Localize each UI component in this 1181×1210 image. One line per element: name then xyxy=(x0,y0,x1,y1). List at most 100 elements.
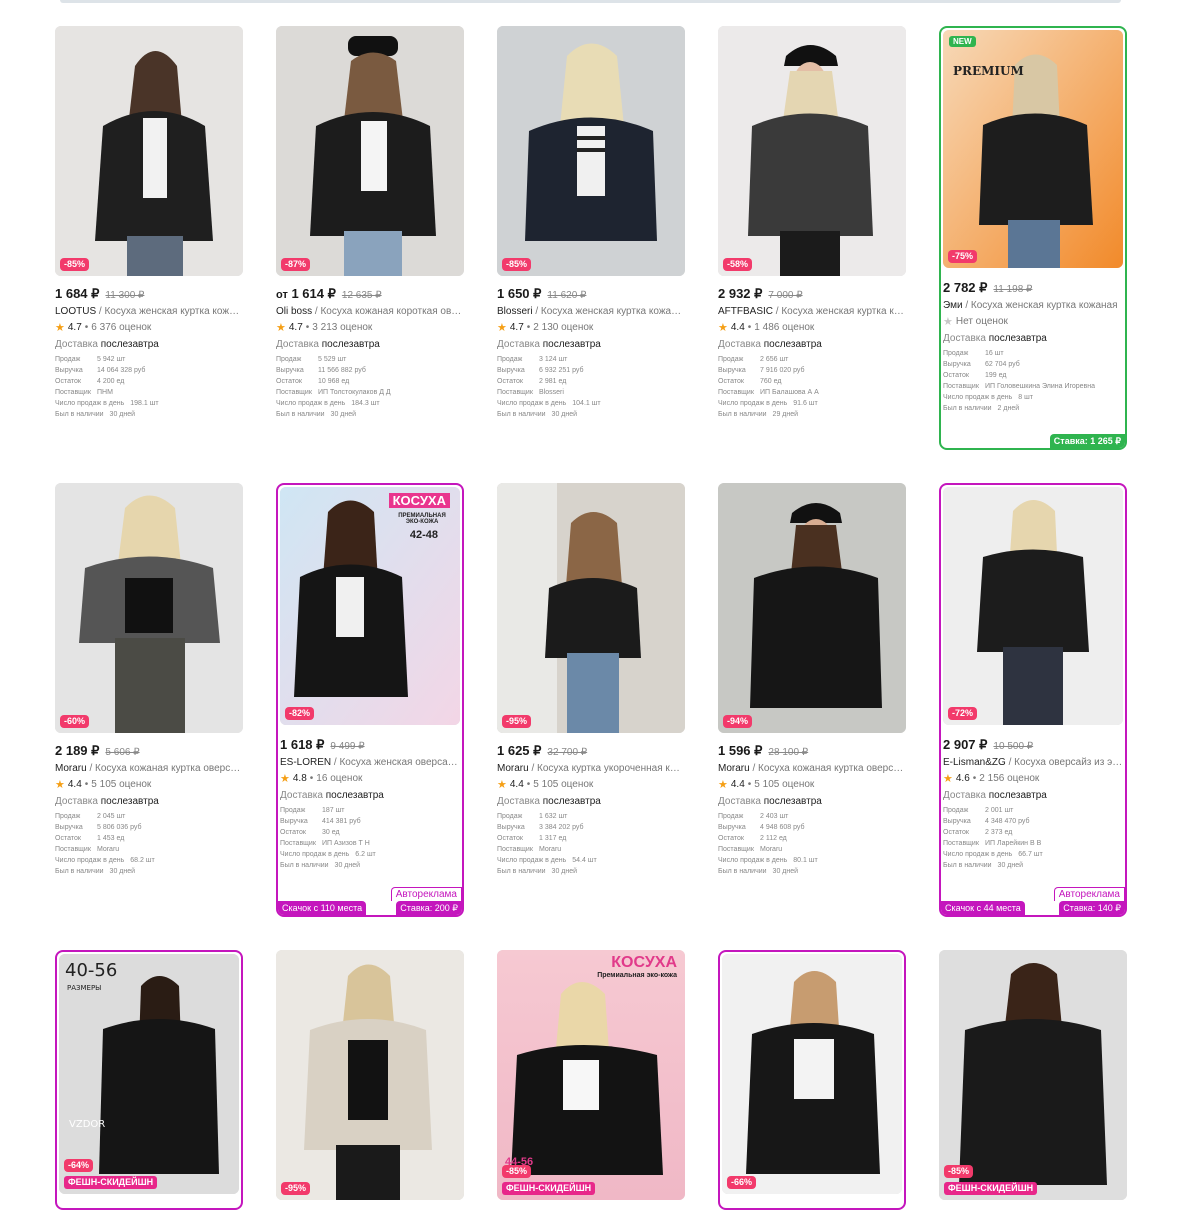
brand: Эми xyxy=(943,300,963,311)
stat-key: Поставщик xyxy=(497,389,533,396)
product-card[interactable]: -87% от 1 614 ₽ 12 635 ₽ Oli boss / Косух… xyxy=(276,26,464,420)
stat-value: 30 дней xyxy=(109,411,136,418)
stat-value: 2 112 ед xyxy=(760,835,787,842)
stats: Продаж 3 124 шт Выручка 6 932 251 руб Остато… xyxy=(497,354,685,420)
product-card[interactable]: -95% 1 625 ₽ 32 700 ₽ Moraru / Косуха кур… xyxy=(497,483,685,877)
delivery: Доставка послезавтра xyxy=(497,796,685,807)
stat-value: 30 дней xyxy=(997,862,1024,869)
product-card-promoted[interactable]: -66% xyxy=(718,950,906,1210)
stat-key: Выручка xyxy=(718,824,746,831)
stat-value: 184.3 шт xyxy=(351,400,380,407)
product-title[interactable]: LOOTUS / Косуха женская куртка кожаная xyxy=(55,306,243,317)
product-image[interactable]: КОСУХА ПРЕМИАЛЬНАЯ ЭКО-КОЖА 42-48 -82% xyxy=(280,487,460,725)
product-image[interactable]: -95% xyxy=(276,950,464,1200)
product-image[interactable]: -85% ФЕШН-СКИДЕЙШН xyxy=(939,950,1127,1200)
stat-value: ИП Толстокулаков Д Д xyxy=(318,389,391,396)
product-image[interactable]: -66% xyxy=(722,954,902,1194)
stats: Продаж 2 045 шт Выручка 5 806 036 руб Остато… xyxy=(55,811,243,877)
stat-row: Остаток 760 ед xyxy=(718,376,906,387)
product-card[interactable]: КОСУХА Премиальная эко-кожа 44-56 -85% Ф… xyxy=(497,950,685,1200)
product-image[interactable]: КОСУХА Премиальная эко-кожа 44-56 -85% Ф… xyxy=(497,950,685,1200)
stat-key: Был в наличии xyxy=(280,862,329,869)
product-image[interactable]: 40-56 РАЗМЕРЫ VZDOR -64% ФЕШН-СКИДЕЙШН xyxy=(59,954,239,1194)
product-title[interactable]: Blosseri / Косуха женская куртка кожаная xyxy=(497,306,685,317)
product-card-promoted[interactable]: КОСУХА ПРЕМИАЛЬНАЯ ЭКО-КОЖА 42-48 -82% 1… xyxy=(276,483,464,917)
product-name: / Косуха кожаная короткая оверсайз xyxy=(314,306,464,317)
stat-key: Остаток xyxy=(280,829,306,836)
brand: Moraru xyxy=(497,763,529,774)
bid-label: Ставка: 1 265 ₽ xyxy=(1049,434,1125,448)
product-card-promoted[interactable]: NEW PREMIUM -75% 2 782 ₽ 11 198 ₽ Эми / К… xyxy=(939,26,1127,450)
stat-value: 11 566 882 руб xyxy=(318,367,366,374)
stat-key: Поставщик xyxy=(718,389,754,396)
stat-value: 187 шт xyxy=(322,807,345,814)
stat-key: Продаж xyxy=(276,356,302,363)
product-image[interactable]: -60% xyxy=(55,483,243,733)
stat-row: Остаток 10 968 ед xyxy=(276,376,464,387)
product-card[interactable]: -85% 1 684 ₽ 11 300 ₽ LOOTUS / Косуха жен… xyxy=(55,26,243,420)
stat-row: Поставщик ИП Толстокулаков Д Д xyxy=(276,387,464,398)
auto-ad-label: Автореклама xyxy=(1053,887,1125,901)
stat-row: Продаж 2 001 шт xyxy=(943,805,1123,816)
promo-title: КОСУХА xyxy=(611,954,677,971)
product-image[interactable]: -85% xyxy=(497,26,685,276)
stat-row: Выручка 5 806 036 руб xyxy=(55,822,243,833)
stat-key: Продаж xyxy=(718,813,744,820)
stat-key: Остаток xyxy=(718,835,744,842)
product-card[interactable]: -85% 1 650 ₽ 11 620 ₽ Blosseri / Косуха ж… xyxy=(497,26,685,420)
price: от 1 614 ₽ xyxy=(276,286,336,302)
product-card[interactable]: -95% xyxy=(276,950,464,1200)
product-card[interactable]: -94% 1 596 ₽ 28 100 ₽ Moraru / Косуха кож… xyxy=(718,483,906,877)
product-title[interactable]: E-Lisman&ZG / Косуха оверсайз из экокожи xyxy=(943,757,1123,768)
product-title[interactable]: Эми / Косуха женская куртка кожаная xyxy=(943,300,1123,311)
product-title[interactable]: Moraru / Косуха кожаная куртка оверсайз xyxy=(55,763,243,774)
product-title[interactable]: ES-LOREN / Косуха женская оверсайз кожан… xyxy=(280,757,460,768)
product-card-promoted[interactable]: -72% 2 907 ₽ 10 500 ₽ E-Lisman&ZG / Косух… xyxy=(939,483,1127,917)
product-title[interactable]: Moraru / Косуха куртка укороченная кожан… xyxy=(497,763,685,774)
product-name: / Косуха женская куртка кожаная xyxy=(962,300,1118,311)
stat-value: 2 001 шт xyxy=(985,807,1014,814)
promo-subtitle: Премиальная эко-кожа xyxy=(597,972,677,979)
delivery-prefix: Доставка xyxy=(943,333,986,344)
product-title[interactable]: AFTFBASIC / Косуха женская куртка кожана… xyxy=(718,306,906,317)
stat-value: 4 200 ед xyxy=(97,378,125,385)
stat-key: Число продаж в день xyxy=(280,851,350,858)
product-card[interactable]: -85% ФЕШН-СКИДЕЙШН xyxy=(939,950,1127,1200)
product-title[interactable]: Moraru / Косуха кожаная куртка оверсайз xyxy=(718,763,906,774)
stat-value: ИП Балашова А А xyxy=(760,389,819,396)
delivery: Доставка послезавтра xyxy=(55,796,243,807)
product-card[interactable]: -58% 2 932 ₽ 7 000 ₽ AFTFBASIC / Косуха ж… xyxy=(718,26,906,420)
price: 2 189 ₽ xyxy=(55,743,100,758)
product-image[interactable]: -94% xyxy=(718,483,906,733)
promo-subtitle: ПРЕМИАЛЬНАЯ ЭКО-КОЖА xyxy=(398,513,446,525)
stat-value: 10 968 ед xyxy=(318,378,350,385)
stat-row: Выручка 4 348 470 руб xyxy=(943,816,1123,827)
stat-row: Выручка 14 064 328 руб xyxy=(55,365,243,376)
product-name: / Косуха куртка укороченная кожаная xyxy=(531,763,685,774)
stat-key: Выручка xyxy=(55,824,83,831)
product-image[interactable]: -72% xyxy=(943,487,1123,725)
stats: Продаж 5 529 шт Выручка 11 566 882 руб Остат… xyxy=(276,354,464,420)
product-card[interactable]: -60% 2 189 ₽ 5 606 ₽ Moraru / Косуха кожа… xyxy=(55,483,243,877)
stat-value: 30 ед xyxy=(322,829,340,836)
delivery-date: послезавтра xyxy=(763,796,822,807)
stat-key: Остаток xyxy=(55,378,81,385)
stat-key: Число продаж в день xyxy=(55,857,125,864)
product-card-promoted[interactable]: 40-56 РАЗМЕРЫ VZDOR -64% ФЕШН-СКИДЕЙШН xyxy=(55,950,243,1210)
product-image[interactable]: -95% xyxy=(497,483,685,733)
stat-key: Продаж xyxy=(943,350,969,357)
product-image[interactable]: -85% xyxy=(55,26,243,276)
reviews-count: 5 105 оценок xyxy=(533,779,594,790)
stat-key: Поставщик xyxy=(718,846,754,853)
product-image[interactable]: -87% xyxy=(276,26,464,276)
product-image[interactable]: -58% xyxy=(718,26,906,276)
stat-key: Был в наличии xyxy=(943,862,992,869)
stat-value: ИП Головешкина Элина Игоревна xyxy=(985,383,1096,390)
delivery-date: послезавтра xyxy=(542,796,601,807)
stat-row: Выручка 62 704 руб xyxy=(943,359,1123,370)
stat-key: Был в наличии xyxy=(55,868,104,875)
product-title[interactable]: Oli boss / Косуха кожаная короткая оверс… xyxy=(276,306,464,317)
reviews-count: Нет оценок xyxy=(955,316,1008,327)
discount-badge: -60% xyxy=(60,715,90,728)
product-image[interactable]: NEW PREMIUM -75% xyxy=(943,30,1123,268)
